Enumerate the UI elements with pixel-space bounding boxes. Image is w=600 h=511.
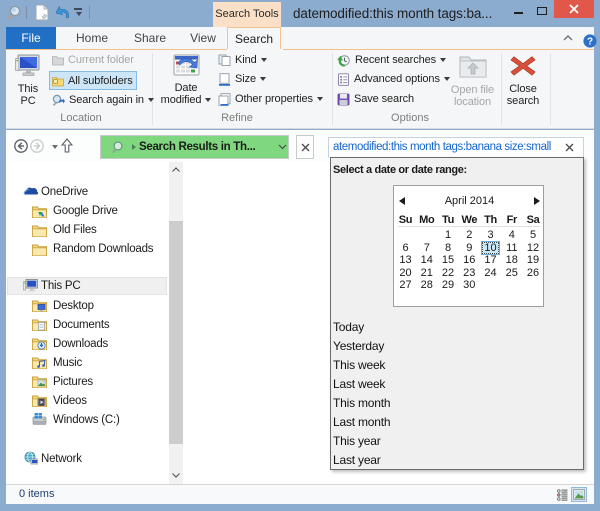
svg-text:?: ? <box>587 37 593 48</box>
